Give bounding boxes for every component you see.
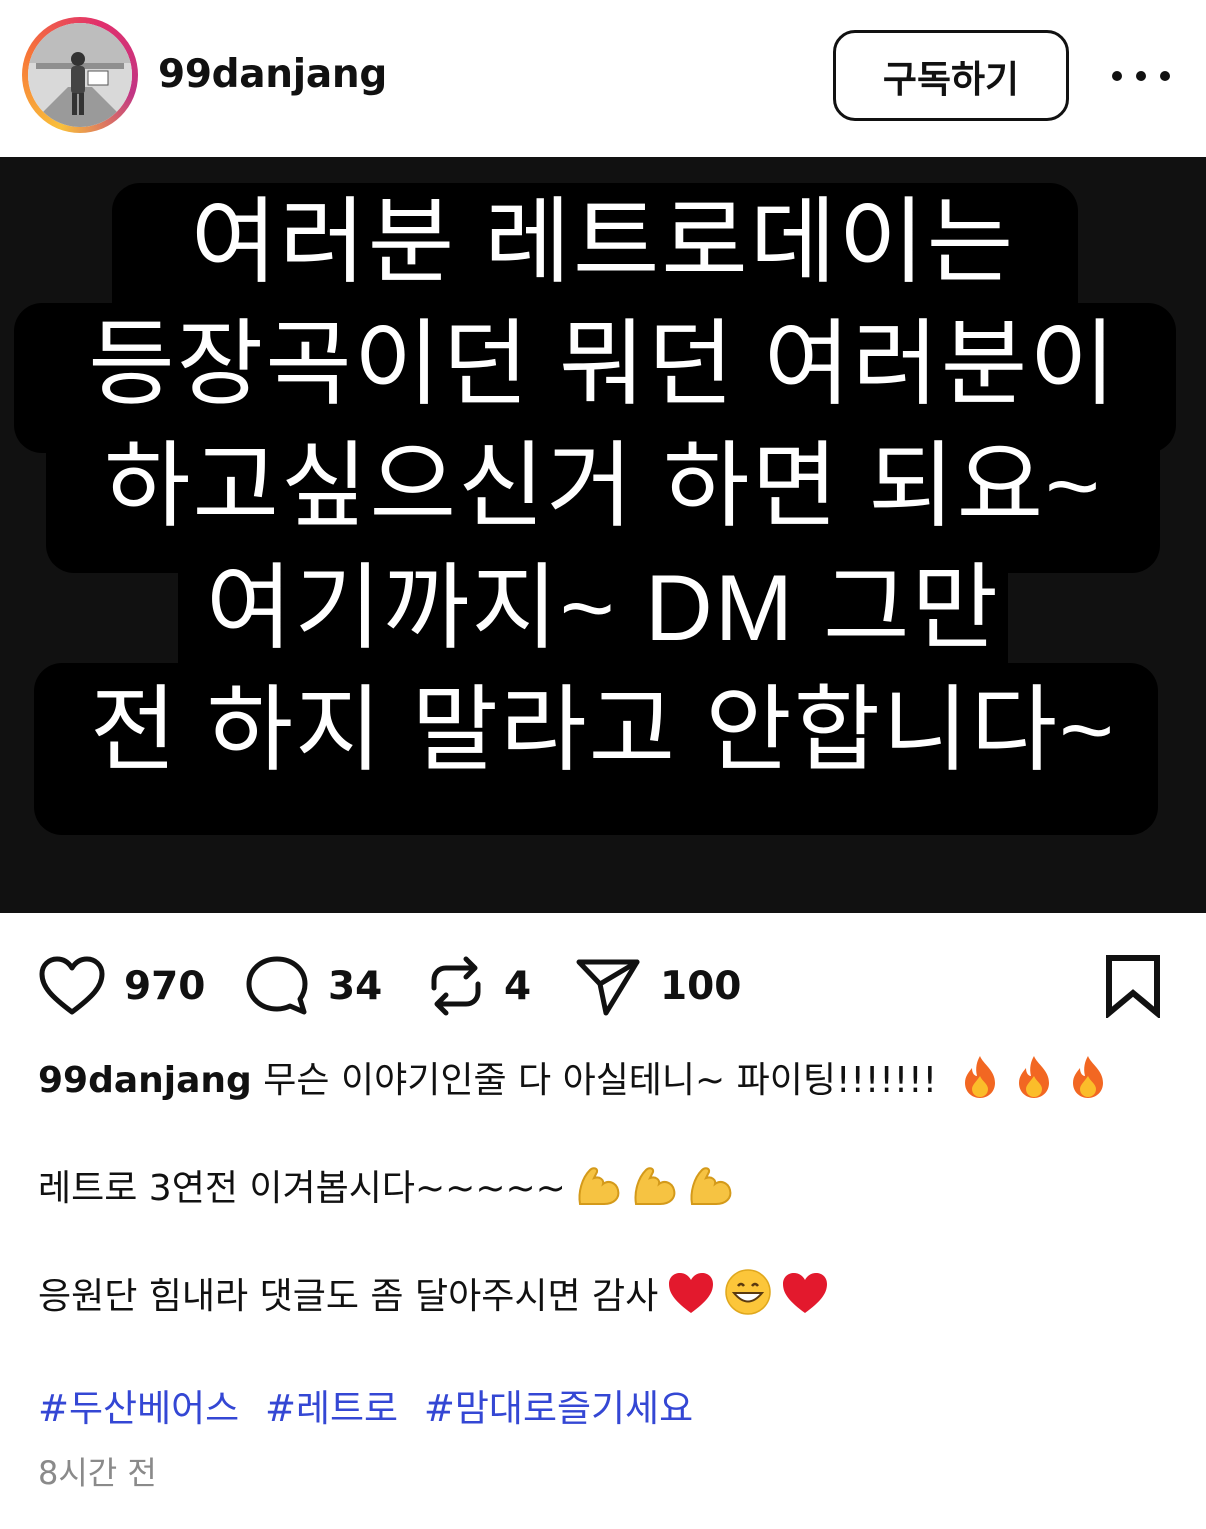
flexed-biceps-emoji-icon [686, 1162, 734, 1208]
dot [1136, 71, 1146, 81]
share-icon [576, 959, 640, 1016]
caption-text: 레트로 3연전 이겨봅시다~~~~~ [38, 1168, 566, 1209]
repost-icon [431, 956, 481, 1016]
action-bar: 970 34 4 100 [0, 946, 1206, 1026]
subscribe-button[interactable]: 구독하기 [833, 30, 1069, 121]
post-image[interactable]: 여러분 레트로데이는 등장곡이던 뭐던 여러분이 하고싶으신거 하면 되요~ 여… [0, 157, 1206, 913]
avatar-photo [28, 23, 132, 127]
caption-text: 무슨 이야기인줄 다 아실테니~ 파이팅!!!!!!! [263, 1060, 938, 1101]
share-count: 100 [660, 963, 742, 1009]
fire-emoji-icon [1065, 1054, 1111, 1100]
caption-line-3: 응원단 힘내라 댓글도 좀 달아주시면 감사 [38, 1268, 1178, 1326]
caption-username[interactable]: 99danjang [38, 1060, 252, 1101]
dot [1112, 71, 1122, 81]
fire-emoji-icon [957, 1054, 1003, 1100]
avatar[interactable] [22, 17, 138, 133]
fire-emoji-icon [1011, 1054, 1057, 1100]
comment-icon [246, 956, 308, 1015]
share-button[interactable]: 100 [574, 946, 741, 1026]
red-heart-emoji-icon [666, 1270, 716, 1316]
caption-line-2: 레트로 3연전 이겨봅시다~~~~~ [38, 1160, 1178, 1218]
flexed-biceps-emoji-icon [574, 1162, 622, 1208]
caption-line-1: 99danjang 무슨 이야기인줄 다 아실테니~ 파이팅!!!!!!! [38, 1052, 1178, 1110]
post-text-line: 전 하지 말라고 안합니다~ [89, 677, 1117, 782]
post-text-line: 등장곡이던 뭐던 여러분이 [88, 311, 1118, 416]
like-count: 970 [124, 963, 206, 1009]
bookmark-icon [1106, 955, 1160, 1020]
caption: 99danjang 무슨 이야기인줄 다 아실테니~ 파이팅!!!!!!! 레트… [38, 1052, 1178, 1326]
bookmark-button[interactable] [1104, 954, 1162, 1022]
header-username[interactable]: 99danjang [158, 52, 387, 97]
post-text-line: 여기까지~ DM 그만 [205, 555, 1001, 660]
repost-count: 4 [504, 963, 532, 1009]
heart-icon [39, 956, 105, 1015]
hashtag-link[interactable]: #레트로 [265, 1387, 398, 1430]
comment-button[interactable]: 34 [244, 946, 382, 1026]
post-text-line: 여러분 레트로데이는 [190, 189, 1016, 294]
red-heart-emoji-icon [780, 1270, 830, 1316]
grinning-face-emoji-icon [724, 1268, 772, 1316]
post-header: 99danjang 구독하기 [0, 0, 1206, 157]
more-options-icon[interactable] [1112, 58, 1170, 94]
hashtags: #두산베어스 #레트로 #맘대로즐기세요 [38, 1378, 707, 1432]
hashtag-link[interactable]: #두산베어스 [38, 1387, 239, 1430]
post-timestamp: 8시간 전 [38, 1454, 157, 1492]
flexed-biceps-emoji-icon [630, 1162, 678, 1208]
like-button[interactable]: 970 [38, 946, 205, 1026]
post-text-line: 하고싶으신거 하면 되요~ [104, 433, 1102, 538]
post-image-text: 여러분 레트로데이는 등장곡이던 뭐던 여러분이 하고싶으신거 하면 되요~ 여… [0, 181, 1206, 791]
caption-text: 응원단 힘내라 댓글도 좀 달아주시면 감사 [38, 1276, 659, 1317]
comment-count: 34 [328, 963, 383, 1009]
repost-button[interactable]: 4 [426, 946, 531, 1026]
dot [1160, 71, 1170, 81]
hashtag-link[interactable]: #맘대로즐기세요 [424, 1387, 693, 1430]
post-view: 99danjang 구독하기 여러분 레트로데이는 등장곡이던 뭐던 여러분이 … [0, 0, 1206, 1529]
